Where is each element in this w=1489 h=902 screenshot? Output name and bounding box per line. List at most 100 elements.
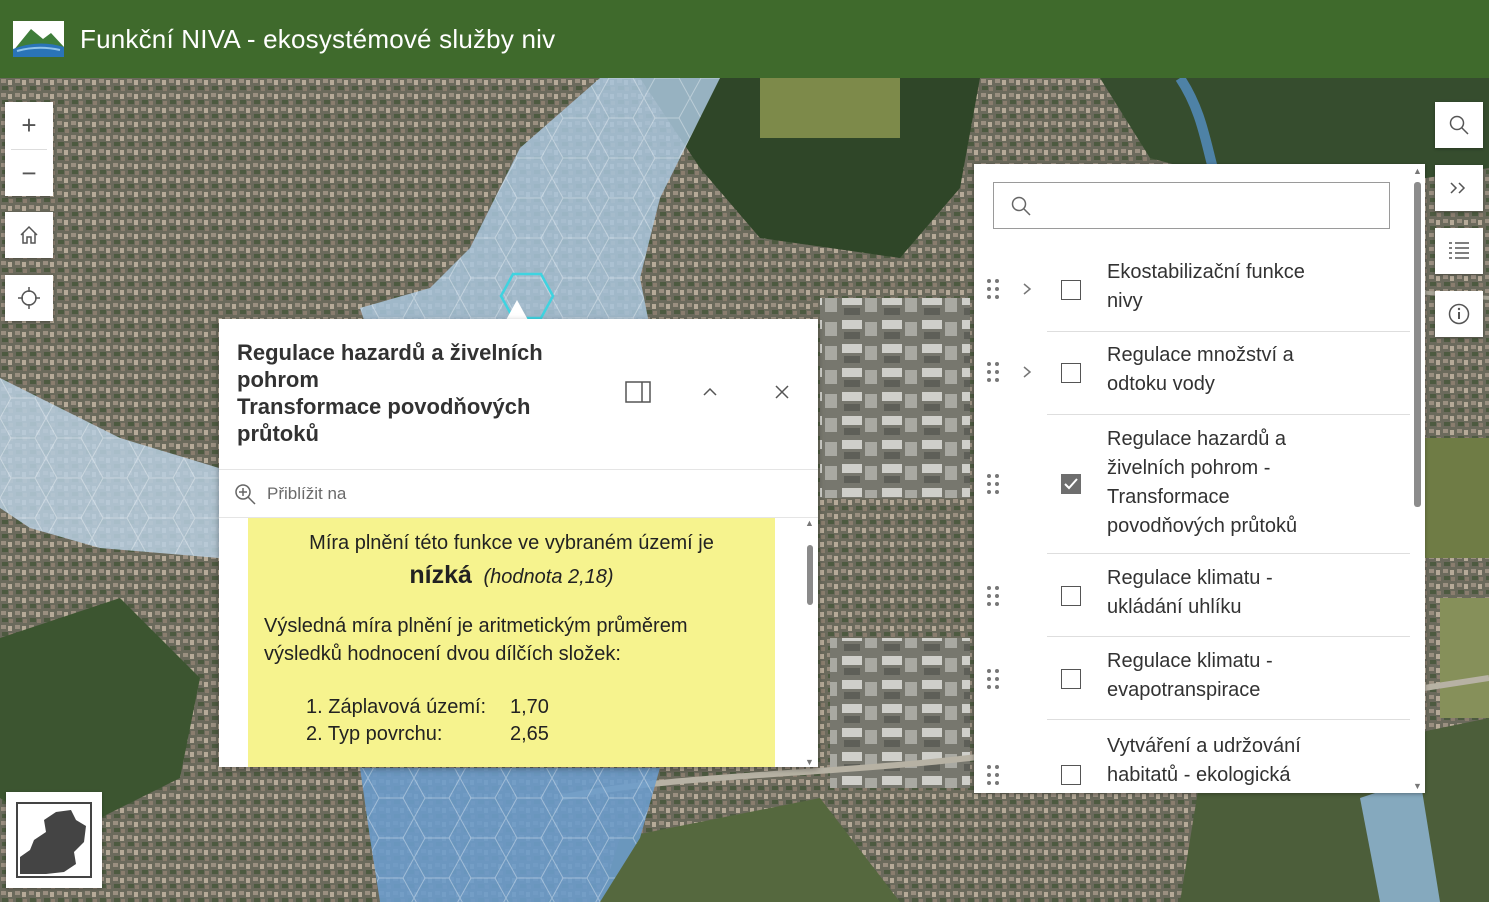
function-summary-box: Míra plnění této funkce ve vybraném územ…	[248, 518, 775, 767]
layer-label-line: Ekostabilizační funkce	[1107, 261, 1305, 283]
collapse-button[interactable]	[695, 377, 725, 407]
layer-list-button[interactable]	[1435, 228, 1483, 274]
layer-panel-scrollbar[interactable]: ▲ ▼	[1410, 164, 1425, 793]
layer-label: Regulace hazardů a živelních pohrom - Tr…	[1107, 425, 1347, 541]
fulfilment-level: nízká	[409, 561, 472, 589]
layer-item-regulace-hazardu[interactable]: Regulace hazardů a živelních pohrom - Tr…	[974, 415, 1410, 554]
component-value: 2,65	[510, 723, 549, 745]
layer-item-ekostabilizacni[interactable]: Ekostabilizační funkce nivy	[974, 249, 1410, 332]
layer-search-field[interactable]	[993, 182, 1390, 229]
zoom-out-button[interactable]: −	[5, 150, 53, 197]
layer-label-line: živelních pohrom -	[1107, 457, 1271, 479]
dock-button[interactable]	[623, 377, 653, 407]
basemap-toggle-button[interactable]	[6, 792, 102, 888]
layer-label: Ekostabilizační funkce nivy	[1107, 258, 1347, 316]
layer-label-line: povodňových průtoků	[1107, 515, 1298, 537]
info-button[interactable]	[1435, 291, 1483, 337]
popup-title: Regulace hazardů a živelních pohrom Tran…	[237, 339, 597, 447]
popup-title-line: Transformace povodňových	[237, 394, 531, 419]
chevron-right-icon[interactable]	[1022, 282, 1032, 296]
drag-handle-icon[interactable]	[986, 361, 1000, 383]
popup-title-line: průtoků	[237, 421, 319, 446]
layer-visibility-checkbox[interactable]	[1061, 765, 1081, 785]
scroll-up-arrow-icon[interactable]: ▲	[1413, 166, 1422, 176]
zoom-in-button[interactable]: +	[5, 102, 53, 149]
home-icon	[20, 225, 38, 244]
zoom-in-icon	[235, 483, 256, 505]
popup-title-line: Regulace hazardů a živelních	[237, 340, 543, 365]
component-row: 2. Typ povrchu: 2,65	[306, 721, 759, 748]
layer-item-ukladani-uhliku[interactable]: Regulace klimatu - ukládání uhlíku	[974, 554, 1410, 637]
collapse-panel-icon	[1450, 182, 1466, 194]
locate-button[interactable]	[5, 275, 53, 321]
summary-level-line: nízká (hodnota 2,18)	[264, 560, 759, 592]
layer-visibility-checkbox[interactable]	[1061, 586, 1081, 606]
info-icon	[1448, 303, 1470, 325]
layer-item-habitaty[interactable]: Vytváření a udržování habitatů - ekologi…	[974, 720, 1410, 793]
summary-intro: Míra plnění této funkce ve vybraném územ…	[309, 532, 714, 554]
drag-handle-icon[interactable]	[986, 585, 1000, 607]
popup-header: Regulace hazardů a živelních pohrom Tran…	[219, 319, 818, 470]
home-button[interactable]	[5, 212, 53, 258]
layer-label-line: Regulace klimatu -	[1107, 650, 1273, 672]
collapse-icon	[703, 387, 717, 396]
zoom-controls: + −	[5, 102, 53, 196]
layer-list-panel: Ekostabilizační funkce nivy Regulace mno…	[974, 164, 1425, 793]
layer-panel-scroll-thumb[interactable]	[1414, 182, 1421, 507]
layer-label-line: Regulace množství a	[1107, 344, 1294, 366]
locate-icon	[18, 287, 40, 309]
basemap-toggle-icon	[16, 802, 92, 878]
layer-label: Regulace klimatu - ukládání uhlíku	[1107, 564, 1347, 622]
search-icon	[1011, 196, 1031, 216]
component-label: 2. Typ povrchu:	[306, 723, 443, 745]
collapse-panel-button[interactable]	[1435, 165, 1483, 211]
chevron-right-icon[interactable]	[1022, 365, 1032, 379]
layer-visibility-checkbox[interactable]	[1061, 363, 1081, 383]
zoom-to-action[interactable]: Přiblížit na	[219, 470, 818, 518]
layer-list-icon	[1449, 242, 1469, 259]
close-button[interactable]	[767, 377, 797, 407]
layer-label-line: odtoku vody	[1107, 373, 1215, 395]
component-value: 1,70	[510, 696, 549, 718]
layer-label-line: Vytváření a udržování	[1107, 735, 1301, 757]
component-list: 1. Záplavová území: 1,70 2. Typ povrchu:…	[306, 694, 759, 748]
layer-label-line: habitatů - ekologická	[1107, 764, 1291, 786]
search-button[interactable]	[1435, 102, 1483, 148]
layer-label: Regulace klimatu - evapotranspirace	[1107, 647, 1347, 705]
drag-handle-icon[interactable]	[986, 278, 1000, 300]
layer-visibility-checkbox[interactable]	[1061, 280, 1081, 300]
layer-label: Vytváření a udržování habitatů - ekologi…	[1107, 732, 1347, 790]
scroll-up-arrow-icon[interactable]: ▲	[805, 518, 814, 528]
river-landscape-logo-icon	[13, 21, 64, 57]
component-row: 1. Záplavová území: 1,70	[306, 694, 759, 721]
layer-label-line: evapotranspirace	[1107, 679, 1261, 701]
search-icon	[1449, 115, 1469, 135]
layer-list: Ekostabilizační funkce nivy Regulace mno…	[974, 249, 1410, 793]
layer-label-line: ukládání uhlíku	[1107, 596, 1242, 618]
popup-content: Míra plnění této funkce ve vybraném územ…	[219, 518, 818, 767]
app-title: Funkční NIVA - ekosystémové služby niv	[80, 23, 556, 54]
checkmark-icon	[1064, 478, 1078, 490]
popup-pointer	[506, 300, 528, 320]
zoom-to-label: Přiblížit na	[267, 483, 347, 503]
scroll-down-arrow-icon[interactable]: ▼	[1413, 781, 1422, 791]
layer-label-line: Regulace hazardů a	[1107, 428, 1287, 450]
layer-label-line: Transformace	[1107, 486, 1230, 508]
fulfilment-value: (hodnota 2,18)	[483, 566, 614, 588]
layer-item-regulace-mnozstvi[interactable]: Regulace množství a odtoku vody	[974, 332, 1410, 415]
component-label: 1. Záplavová území:	[306, 696, 487, 718]
layer-visibility-checkbox[interactable]	[1061, 474, 1081, 494]
layer-item-evapotranspirace[interactable]: Regulace klimatu - evapotranspirace	[974, 637, 1410, 720]
layer-label: Regulace množství a odtoku vody	[1107, 341, 1347, 399]
popup-scroll-thumb[interactable]	[807, 545, 813, 605]
popup-scrollbar[interactable]: ▲ ▼	[804, 518, 816, 767]
drag-handle-icon[interactable]	[986, 473, 1000, 495]
drag-handle-icon[interactable]	[986, 668, 1000, 690]
layer-label-line: Regulace klimatu -	[1107, 567, 1273, 589]
scroll-down-arrow-icon[interactable]: ▼	[805, 757, 814, 767]
drag-handle-icon[interactable]	[986, 764, 1000, 786]
feature-popup: Regulace hazardů a živelních pohrom Tran…	[219, 319, 818, 767]
layer-visibility-checkbox[interactable]	[1061, 669, 1081, 689]
layer-search-input[interactable]	[1042, 194, 1376, 217]
popup-title-line: pohrom	[237, 367, 319, 392]
